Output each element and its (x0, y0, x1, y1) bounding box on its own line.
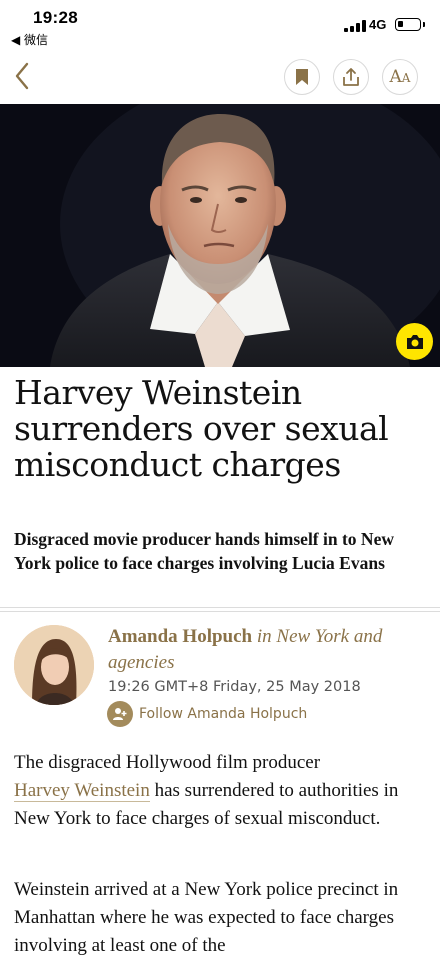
divider (0, 607, 440, 608)
paragraph-text: The disgraced Hollywood film producer (14, 752, 321, 773)
hero-image (0, 104, 440, 367)
follow-author-button[interactable]: Follow Amanda Holpuch (107, 701, 307, 727)
cellular-signal-icon (344, 20, 366, 32)
article-dateline: 19:26 GMT+8 Friday, 25 May 2018 (108, 679, 361, 695)
camera-icon (406, 334, 423, 349)
battery-icon (395, 18, 425, 31)
article-paragraph: The disgraced Hollywood film producer Har… (14, 749, 430, 833)
divider (0, 611, 440, 612)
back-chevron-icon[interactable] (12, 60, 34, 92)
font-size-button[interactable]: AA (382, 59, 418, 95)
font-size-icon-large: A (389, 66, 402, 87)
article-paragraph: Weinstein arrived at a New York police p… (14, 879, 399, 956)
byline: Amanda Holpuch in New York and agencies (108, 624, 428, 676)
network-type: 4G (369, 17, 387, 32)
status-time: 19:28 (33, 8, 78, 27)
status-bar: 19:28 ◀ 微信 4G (0, 0, 440, 50)
image-caption-button[interactable] (396, 323, 433, 360)
font-size-icon-small: A (401, 70, 411, 85)
article-standfirst: Disgraced movie producer hands himself i… (14, 529, 394, 573)
share-button[interactable] (333, 59, 369, 95)
author-name-link[interactable]: Amanda Holpuch (108, 626, 252, 647)
harvey-weinstein-link[interactable]: Harvey Weinstein (14, 780, 150, 802)
follow-author-label: Follow Amanda Holpuch (139, 706, 308, 722)
author-avatar[interactable] (14, 625, 94, 705)
bookmark-icon (296, 69, 308, 85)
font-size-icon: AA (389, 66, 411, 87)
share-icon (343, 68, 359, 86)
back-to-app-link[interactable]: ◀ 微信 (11, 31, 48, 48)
article-toolbar: AA (0, 50, 440, 104)
add-person-icon (107, 701, 133, 727)
article-headline: Harvey Weinstein surrenders over sexual … (14, 373, 389, 484)
bookmark-button[interactable] (284, 59, 320, 95)
